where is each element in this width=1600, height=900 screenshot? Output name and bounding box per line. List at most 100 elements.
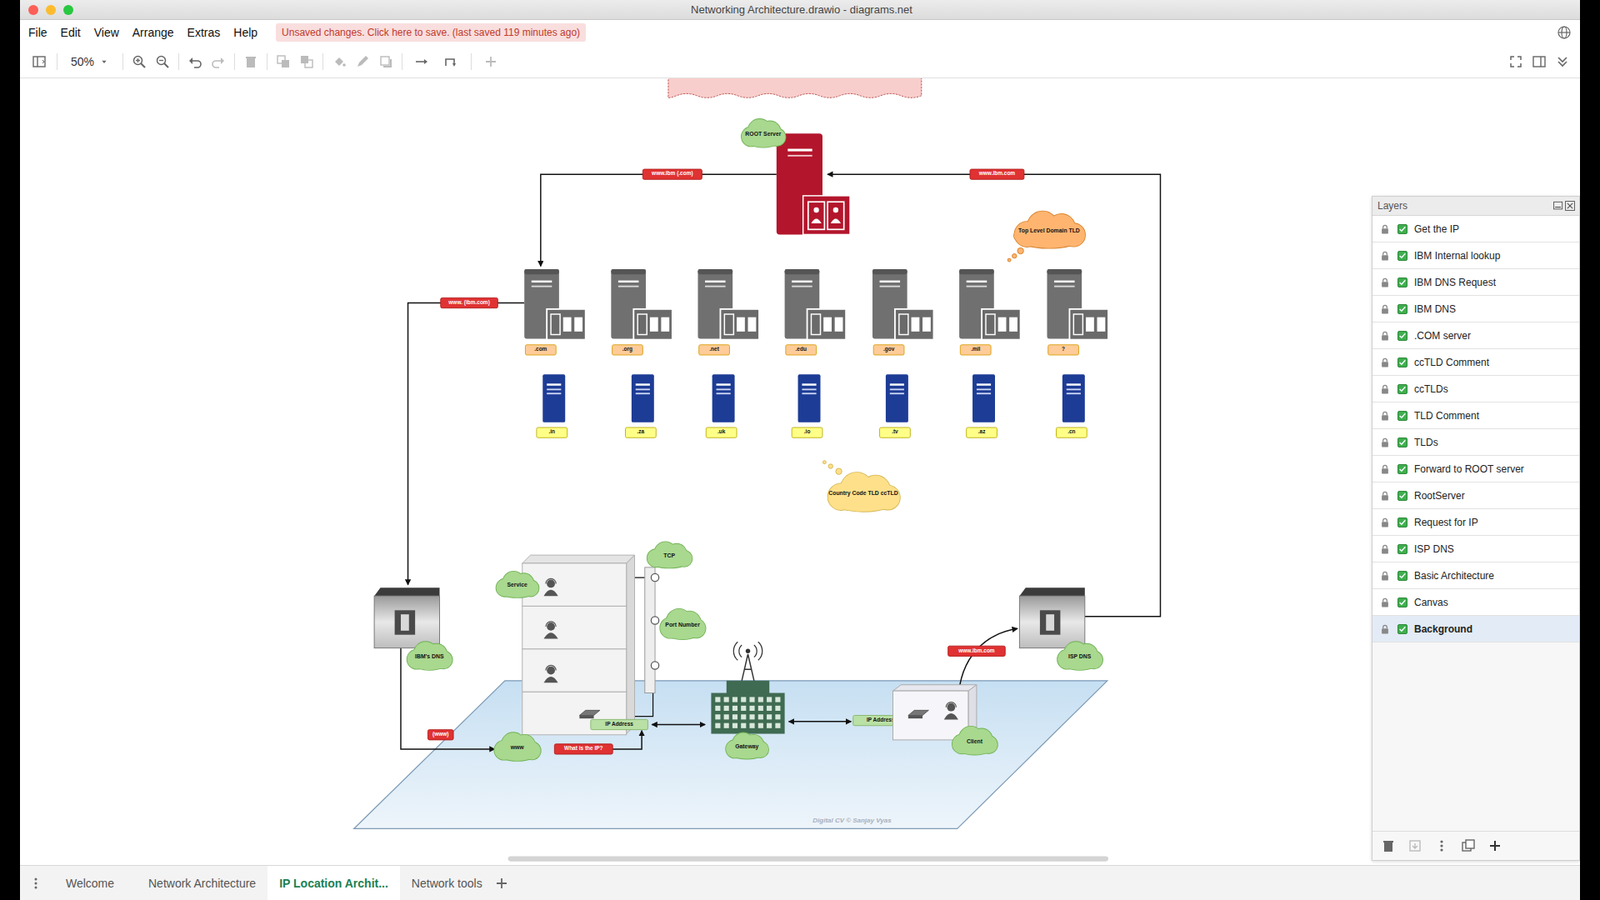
- tld-server[interactable]: [959, 269, 1021, 340]
- cctld-server[interactable]: [972, 374, 995, 423]
- cctld-server[interactable]: [542, 374, 565, 423]
- platform-shape[interactable]: Digital CV © Sanjay Vyas: [354, 680, 1108, 830]
- page-tab[interactable]: IP Location Archit...: [267, 865, 400, 900]
- connector[interactable]: [827, 174, 1160, 616]
- ibm-dns-cloud[interactable]: IBM's DNS: [405, 641, 453, 670]
- visibility-checkbox[interactable]: [1397, 384, 1408, 395]
- connector[interactable]: [540, 174, 777, 266]
- menu-item[interactable]: View: [94, 25, 120, 40]
- visibility-checkbox[interactable]: [1397, 464, 1408, 475]
- page-tab[interactable]: Network Architecture: [136, 865, 268, 900]
- lock-icon[interactable]: [1379, 356, 1391, 369]
- layer-row[interactable]: ISP DNS: [1372, 535, 1580, 563]
- ip-label[interactable]: IP Address: [586, 719, 652, 730]
- layer-name[interactable]: Canvas: [1414, 596, 1449, 609]
- layer-name[interactable]: Request for IP: [1414, 516, 1479, 529]
- visibility-checkbox[interactable]: [1397, 277, 1408, 288]
- layer-name[interactable]: TLD Comment: [1414, 410, 1480, 422]
- visibility-checkbox[interactable]: [1397, 410, 1408, 421]
- tld-label[interactable]: .mil: [955, 345, 995, 355]
- service-cloud[interactable]: Service: [495, 571, 540, 599]
- more-icon[interactable]: [1434, 838, 1450, 854]
- fullscreen-icon[interactable]: [1508, 54, 1524, 70]
- layer-row[interactable]: IBM DNS Request: [1372, 269, 1580, 296]
- unsaved-notice[interactable]: Unsaved changes. Click here to save. (la…: [275, 23, 586, 42]
- layer-row[interactable]: Request for IP: [1372, 509, 1580, 536]
- page-menu-icon[interactable]: [28, 875, 44, 891]
- layer-name[interactable]: IBM DNS: [1414, 303, 1456, 315]
- layer-row[interactable]: RootServer: [1372, 482, 1580, 510]
- menu-item[interactable]: Edit: [60, 25, 81, 40]
- layer-row[interactable]: ccTLDs: [1372, 375, 1580, 403]
- cctld-label[interactable]: .cn: [1052, 427, 1092, 438]
- tld-label[interactable]: ?: [1044, 345, 1084, 355]
- visibility-checkbox[interactable]: [1397, 570, 1408, 581]
- cctld-server[interactable]: [1062, 374, 1085, 423]
- client-cloud[interactable]: Client: [950, 726, 998, 755]
- server-stack[interactable]: [522, 555, 660, 735]
- lock-icon[interactable]: [1379, 410, 1391, 422]
- layer-row[interactable]: Get the IP: [1372, 215, 1580, 243]
- link-label[interactable]: (www): [424, 730, 458, 740]
- to-front-icon[interactable]: [275, 54, 291, 70]
- collapse-icon[interactable]: [1555, 54, 1570, 70]
- minimize-button[interactable]: [45, 5, 56, 15]
- note-shape[interactable]: [668, 78, 922, 98]
- cctld-label[interactable]: .io: [787, 427, 827, 438]
- lock-icon[interactable]: [1379, 543, 1391, 555]
- cctld-label[interactable]: .tv: [875, 427, 915, 438]
- tld-server[interactable]: [1046, 269, 1109, 340]
- tld-server[interactable]: [697, 269, 760, 340]
- close-icon[interactable]: [1564, 200, 1576, 212]
- cctld-server[interactable]: [885, 374, 909, 423]
- duplicate-icon[interactable]: [1460, 838, 1476, 854]
- link-label[interactable]: www.ibm (.com): [638, 169, 706, 180]
- menu-item[interactable]: Help: [233, 25, 258, 40]
- layer-name[interactable]: Basic Architecture: [1414, 570, 1495, 582]
- gateway-cloud[interactable]: Gateway: [724, 732, 770, 760]
- to-back-icon[interactable]: [299, 54, 315, 70]
- redo-icon[interactable]: [210, 54, 226, 70]
- tld-server[interactable]: [610, 269, 673, 340]
- layer-name[interactable]: .COM server: [1414, 330, 1471, 342]
- page-tab[interactable]: Network tools: [400, 865, 495, 900]
- layer-name[interactable]: ccTLD Comment: [1414, 356, 1490, 369]
- visibility-checkbox[interactable]: [1397, 250, 1408, 261]
- layer-row[interactable]: TLD Comment: [1372, 402, 1580, 430]
- tld-label[interactable]: .edu: [781, 345, 821, 355]
- zoom-out-icon[interactable]: [155, 54, 170, 70]
- line-color-icon[interactable]: [355, 54, 370, 70]
- visibility-checkbox[interactable]: [1397, 597, 1408, 608]
- zoom-dropdown[interactable]: 50%: [65, 55, 115, 69]
- visibility-checkbox[interactable]: [1397, 624, 1408, 635]
- layer-name[interactable]: ISP DNS: [1414, 543, 1455, 555]
- lock-icon[interactable]: [1379, 276, 1391, 289]
- tld-server[interactable]: [524, 269, 586, 340]
- layer-name[interactable]: IBM Internal lookup: [1414, 250, 1500, 262]
- tld-server[interactable]: [872, 269, 935, 340]
- layer-row[interactable]: ccTLD Comment: [1372, 349, 1580, 376]
- cctld-comment-cloud[interactable]: Country Code TLD ccTLD: [822, 460, 905, 513]
- minimize-icon[interactable]: [1552, 200, 1565, 212]
- connector[interactable]: [408, 303, 525, 585]
- canvas-area[interactable]: Digital CV © Sanjay VyasROOT Serverwww.i…: [20, 78, 1580, 865]
- visibility-checkbox[interactable]: [1397, 304, 1408, 315]
- connection-icon[interactable]: [410, 54, 433, 70]
- layer-name[interactable]: Get the IP: [1414, 223, 1460, 235]
- dropdown-arrow-icon[interactable]: [99, 56, 110, 67]
- www-cloud[interactable]: www: [492, 732, 542, 761]
- zoom-value[interactable]: 50%: [70, 55, 95, 69]
- root-server[interactable]: [776, 133, 850, 235]
- lock-icon[interactable]: [1379, 490, 1391, 502]
- layer-row[interactable]: .COM server: [1372, 322, 1580, 350]
- link-label[interactable]: www.ibm.com: [944, 645, 1010, 656]
- layer-row[interactable]: IBM DNS: [1372, 295, 1580, 323]
- lock-icon[interactable]: [1379, 223, 1391, 235]
- visibility-checkbox[interactable]: [1397, 224, 1408, 235]
- lock-icon[interactable]: [1379, 250, 1391, 262]
- menu-item[interactable]: Arrange: [132, 25, 175, 40]
- format-panel-icon[interactable]: [1531, 54, 1547, 70]
- tld-label[interactable]: .gov: [869, 345, 909, 355]
- layer-name[interactable]: Forward to ROOT server: [1414, 463, 1525, 475]
- zoom-button[interactable]: [63, 5, 74, 15]
